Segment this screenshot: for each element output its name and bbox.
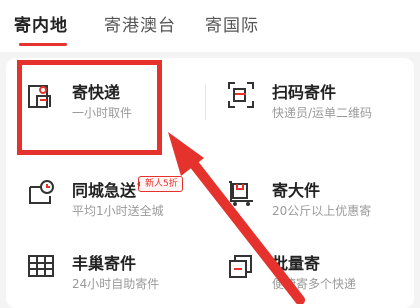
courier-person-icon — [28, 85, 51, 108]
new-user-discount-badge: 新人5折 — [137, 176, 183, 192]
service-title: 扫码寄件 — [272, 83, 337, 102]
service-subtitle: 平均1小时送全城 — [72, 204, 164, 218]
service-subtitle: 快递员/运单二维码 — [272, 106, 373, 120]
stacked-pages-icon — [229, 255, 252, 278]
tab-bar: 寄内地 寄港澳台 寄国际 — [0, 0, 420, 52]
batch-send-item[interactable]: 批量寄 便捷寄多个快递 — [214, 233, 404, 303]
active-tab-indicator — [19, 43, 67, 46]
service-title: 批量寄 — [272, 254, 321, 273]
scan-code-icon — [228, 82, 254, 108]
service-subtitle: 一小时取件 — [72, 106, 133, 120]
tab-international[interactable]: 寄国际 — [205, 11, 259, 36]
service-title: 寄快递 — [72, 83, 121, 102]
send-express-item[interactable]: 寄快递 一小时取件 — [14, 62, 204, 132]
service-title: 同城急送 — [72, 181, 137, 200]
service-subtitle: 20公斤以上优惠寄 — [272, 204, 372, 218]
scan-to-send-item[interactable]: 扫码寄件 快递员/运单二维码 — [214, 62, 404, 132]
service-title: 丰巢寄件 — [72, 254, 137, 273]
divider — [205, 84, 206, 120]
tab-domestic[interactable]: 寄内地 — [14, 11, 68, 36]
tab-hk-macau-taiwan[interactable]: 寄港澳台 — [104, 11, 176, 36]
clock-box-icon — [29, 180, 54, 204]
send-large-item[interactable]: 寄大件 20公斤以上优惠寄 — [214, 160, 404, 230]
cart-box-icon — [229, 181, 253, 206]
locker-grid-icon — [28, 255, 54, 277]
service-subtitle: 24小时自助寄件 — [72, 277, 160, 291]
hive-locker-send-item[interactable]: 丰巢寄件 24小时自助寄件 — [14, 233, 204, 303]
service-subtitle: 便捷寄多个快递 — [272, 277, 357, 291]
same-city-express-item[interactable]: 同城急送 平均1小时送全城 — [14, 160, 204, 230]
service-title: 寄大件 — [272, 181, 321, 200]
